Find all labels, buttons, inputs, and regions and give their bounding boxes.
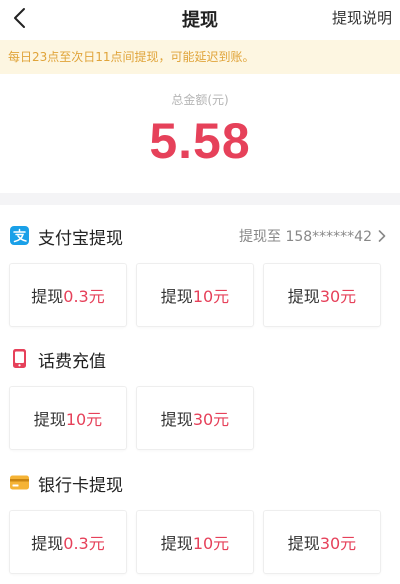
bank-section-title: 银行卡提现 bbox=[38, 476, 123, 496]
alipay-option-button[interactable]: 提现 30元 bbox=[263, 263, 381, 327]
option-amount: 30元 bbox=[192, 410, 230, 429]
option-prefix: 提现 bbox=[33, 410, 66, 429]
alipay-icon bbox=[10, 226, 29, 245]
option-prefix: 提现 bbox=[31, 534, 64, 553]
bank-option-button[interactable]: 提现 0.3元 bbox=[9, 510, 127, 574]
phone-icon bbox=[13, 349, 26, 368]
alipay-section-title: 支付宝提现 bbox=[38, 229, 123, 249]
alipay-option-button[interactable]: 提现 10元 bbox=[136, 263, 254, 327]
phone-option-button[interactable]: 提现 10元 bbox=[9, 386, 127, 450]
option-prefix: 提现 bbox=[160, 410, 193, 429]
option-amount: 30元 bbox=[319, 287, 357, 306]
phone-section-header: 话费充值 bbox=[0, 344, 400, 374]
total-amount-label: 总金额(元) bbox=[171, 93, 229, 107]
option-amount: 30元 bbox=[319, 534, 357, 553]
option-amount: 0.3元 bbox=[63, 287, 105, 306]
option-prefix: 提现 bbox=[287, 534, 320, 553]
option-amount: 10元 bbox=[192, 287, 230, 306]
phone-section-title: 话费充值 bbox=[38, 352, 106, 372]
bank-card-icon bbox=[10, 475, 29, 490]
bank-section-header: 银行卡提现 bbox=[0, 468, 400, 498]
notice-banner: 每日23点至次日11点间提现，可能延迟到账。 bbox=[0, 40, 400, 74]
option-amount: 10元 bbox=[65, 410, 103, 429]
option-amount: 10元 bbox=[192, 534, 230, 553]
section-divider bbox=[0, 193, 400, 205]
alipay-option-button[interactable]: 提现 0.3元 bbox=[9, 263, 127, 327]
nav-bar: 提现 提现说明 bbox=[0, 0, 400, 36]
total-amount-value: 5.58 bbox=[149, 113, 251, 169]
option-prefix: 提现 bbox=[287, 287, 320, 306]
option-amount: 0.3元 bbox=[63, 534, 105, 553]
option-prefix: 提现 bbox=[160, 287, 193, 306]
option-prefix: 提现 bbox=[160, 534, 193, 553]
phone-option-button[interactable]: 提现 30元 bbox=[136, 386, 254, 450]
alipay-account-link[interactable]: 提现至 158******42 bbox=[239, 226, 386, 246]
bank-option-button[interactable]: 提现 10元 bbox=[136, 510, 254, 574]
option-prefix: 提现 bbox=[31, 287, 64, 306]
alipay-section-header: 支付宝提现 提现至 158******42 bbox=[0, 221, 400, 251]
chevron-right-icon bbox=[378, 230, 386, 242]
alipay-account-text: 提现至 158******42 bbox=[239, 229, 372, 245]
withdraw-instructions-link[interactable]: 提现说明 bbox=[332, 7, 392, 28]
bank-option-button[interactable]: 提现 30元 bbox=[263, 510, 381, 574]
